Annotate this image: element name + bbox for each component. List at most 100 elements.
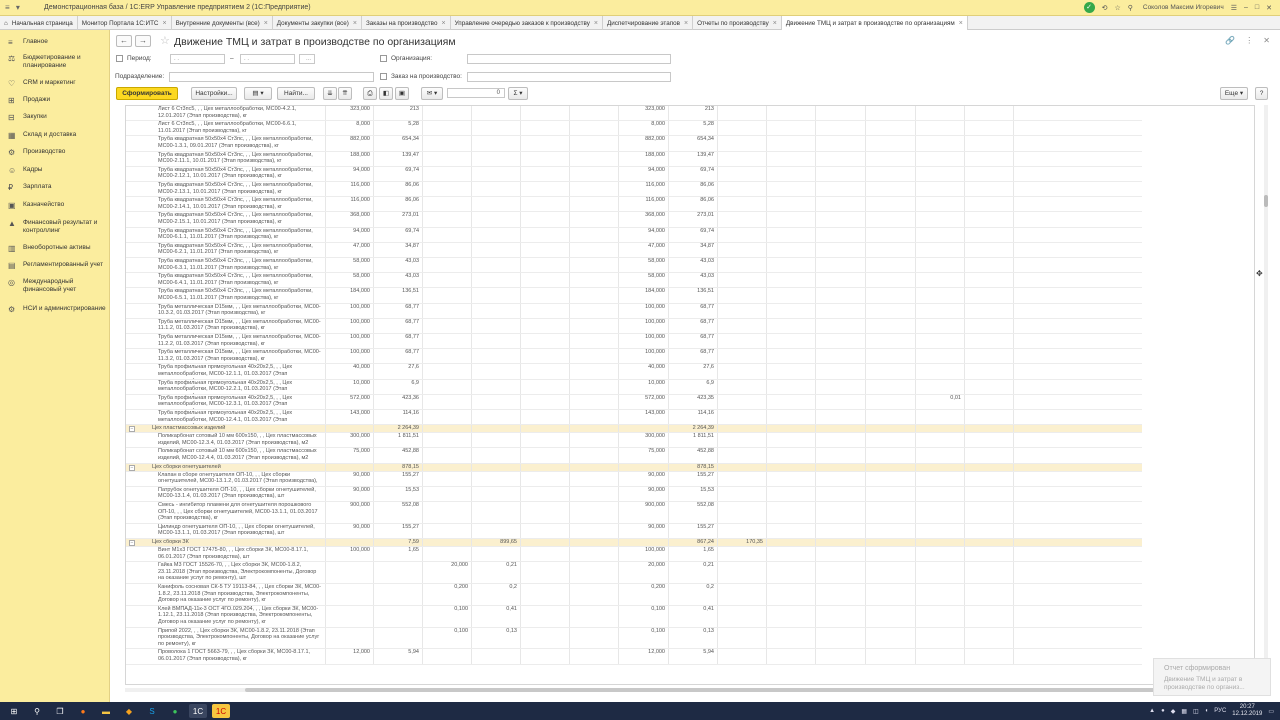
- report-grid[interactable]: Лист 6 Ст3пс5, , , Цех металлообработки,…: [125, 105, 1255, 685]
- taskbar-search-icon[interactable]: ⚲: [28, 704, 46, 718]
- tab-4[interactable]: Заказы на производство ×: [362, 16, 451, 30]
- variant-dropdown-button[interactable]: ▤ ▾: [244, 87, 272, 100]
- back-button[interactable]: ←: [116, 35, 132, 47]
- more-menu-icon[interactable]: ⋮: [1245, 36, 1253, 45]
- forward-button[interactable]: →: [135, 35, 151, 47]
- maximize-icon[interactable]: □: [1255, 4, 1259, 11]
- settings-icon[interactable]: ☰: [1231, 4, 1237, 12]
- send-dropdown-icon[interactable]: ✉ ▾: [421, 87, 443, 100]
- save-icon[interactable]: ▣: [395, 87, 409, 100]
- table-row[interactable]: Патрубок огнетушителя ОП-10, , , Цех сбо…: [126, 486, 1142, 502]
- firefox-icon[interactable]: ●: [74, 704, 92, 718]
- sidebar-item-6[interactable]: ⚙ Производство: [0, 148, 110, 157]
- tab-close-icon[interactable]: ×: [959, 17, 963, 30]
- sidebar-item-5[interactable]: ▦ Склад и доставка: [0, 131, 110, 140]
- sidebar-item-3[interactable]: ⊞ Продажи: [0, 96, 110, 105]
- find-button[interactable]: Найти...: [277, 87, 315, 100]
- sidebar-item-12[interactable]: ▤ Регламентированный учет: [0, 261, 110, 270]
- more-button[interactable]: Еще ▾: [1220, 87, 1248, 100]
- tab-5[interactable]: Управление очередью заказов к производст…: [451, 16, 603, 30]
- sum-mode-icon[interactable]: Σ ▾: [508, 87, 528, 100]
- tray-icon-3[interactable]: ◆: [1171, 708, 1176, 715]
- production-order-checkbox[interactable]: [380, 73, 387, 80]
- table-row[interactable]: Смесь - ингибитор пламени для огнетушите…: [126, 502, 1142, 524]
- app-menu-icon[interactable]: ≡ ▾: [5, 3, 33, 13]
- tab-close-icon[interactable]: ×: [773, 17, 777, 30]
- user-name[interactable]: Соколов Максим Игоревич: [1143, 4, 1224, 11]
- close-window-icon[interactable]: ✕: [1266, 4, 1272, 12]
- settings-button[interactable]: Настройки...: [191, 87, 237, 100]
- collapse-all-icon[interactable]: ⇈: [338, 87, 352, 100]
- tab-close-icon[interactable]: ×: [684, 17, 688, 30]
- help-button[interactable]: ?: [1255, 87, 1268, 100]
- tab-2[interactable]: Внутренние документы (все) ×: [172, 16, 273, 30]
- table-row[interactable]: Труба квадратная 50х50х4 Ст3пс, , , Цех …: [126, 136, 1142, 152]
- tray-icon-1[interactable]: ▲: [1149, 708, 1155, 714]
- app-orange-icon[interactable]: ◆: [120, 704, 138, 718]
- tab-1[interactable]: Монитор Портала 1С:ИТС ×: [78, 16, 172, 30]
- whatsapp-icon[interactable]: ●: [166, 704, 184, 718]
- tab-close-icon[interactable]: ×: [441, 17, 445, 30]
- sidebar-item-11[interactable]: ▥ Внеоборотные активы: [0, 244, 110, 253]
- table-row[interactable]: Труба квадратная 50х50х4 Ст3пс, , , Цех …: [126, 258, 1142, 274]
- table-row[interactable]: Труба профильная прямоугольная 40х20х2,5…: [126, 364, 1142, 380]
- period-start-field[interactable]: . .: [170, 54, 225, 64]
- table-group-row[interactable]: − Цех пластмассовых изделий 2 264,39 2 264,…: [126, 425, 1142, 434]
- table-row[interactable]: Труба металлическая D15мм, , , Цех метал…: [126, 334, 1142, 350]
- sidebar-item-2[interactable]: ♡ CRM и маркетинг: [0, 79, 110, 88]
- favorites-star-icon[interactable]: ☆: [1114, 4, 1120, 12]
- vertical-scrollbar[interactable]: [1264, 105, 1268, 685]
- table-group-row[interactable]: − Цех сборки огнетушителей 878,15 878,15: [126, 463, 1142, 472]
- organization-checkbox[interactable]: [380, 55, 387, 62]
- table-row[interactable]: Гайка М3 ГОСТ 15526-70, , , Цех сборки З…: [126, 562, 1142, 584]
- table-row[interactable]: Труба квадратная 50х50х4 Ст3пс, , , Цех …: [126, 227, 1142, 243]
- department-field[interactable]: [169, 72, 374, 82]
- period-checkbox[interactable]: [116, 55, 123, 62]
- table-row[interactable]: Труба квадратная 50х50х4 Ст3пс, , , Цех …: [126, 288, 1142, 304]
- tab-close-icon[interactable]: ×: [353, 17, 357, 30]
- link-icon[interactable]: 🔗: [1225, 36, 1235, 45]
- tab-8[interactable]: Движение ТМЦ и затрат в производстве по …: [781, 16, 968, 30]
- table-row[interactable]: Цилиндр огнетушителя ОП-10, , , Цех сбор…: [126, 523, 1142, 539]
- notifications-center-icon[interactable]: ▭: [1268, 708, 1274, 715]
- task-view-icon[interactable]: ❐: [51, 704, 69, 718]
- tab-6[interactable]: Диспетчирование этапов ×: [603, 16, 694, 30]
- sidebar-item-8[interactable]: ₽ Зарплата: [0, 183, 110, 192]
- preview-icon[interactable]: ◧: [379, 87, 393, 100]
- generate-button[interactable]: Сформировать: [116, 87, 178, 100]
- skype-icon[interactable]: S: [143, 704, 161, 718]
- table-row[interactable]: Труба квадратная 50х50х4 Ст3пс, , , Цех …: [126, 182, 1142, 198]
- sidebar-item-14[interactable]: ⚙ НСИ и администрирование: [0, 305, 110, 314]
- table-row[interactable]: Лист 6 Ст3пс5, , , Цех металлообработки,…: [126, 106, 1142, 122]
- table-row[interactable]: Труба металлическая D15мм, , , Цех метал…: [126, 303, 1142, 319]
- table-row[interactable]: Труба квадратная 50х50х4 Ст3пс, , , Цех …: [126, 212, 1142, 228]
- tab-close-icon[interactable]: ×: [264, 17, 268, 30]
- notification-bell-icon[interactable]: ✓: [1083, 2, 1095, 13]
- sidebar-item-0[interactable]: ≡ Главное: [0, 38, 110, 47]
- tab-7[interactable]: Отчеты по производству ×: [693, 16, 782, 30]
- table-row[interactable]: Труба профильная прямоугольная 40х20х2,5…: [126, 394, 1142, 410]
- tab-close-icon[interactable]: ×: [594, 17, 598, 30]
- collapse-icon[interactable]: −: [129, 540, 135, 546]
- vertical-scroll-thumb[interactable]: [1264, 195, 1268, 207]
- table-row[interactable]: Клапан в сборе огнетушителя ОП-10, , , Ц…: [126, 471, 1142, 487]
- print-icon[interactable]: ⎙: [363, 87, 377, 100]
- search-icon[interactable]: ⚲: [1128, 4, 1133, 12]
- collapse-icon[interactable]: −: [129, 426, 135, 433]
- table-row[interactable]: Труба профильная прямоугольная 40х20х2,5…: [126, 410, 1142, 426]
- close-form-icon[interactable]: ✕: [1263, 36, 1270, 45]
- sidebar-item-1[interactable]: ⚖ Бюджетирование и планирование: [0, 54, 110, 70]
- table-row[interactable]: Канифоль сосновая СК-5 ТУ 19113-84, , , …: [126, 584, 1142, 606]
- network-icon[interactable]: ◫: [1193, 708, 1199, 715]
- horizontal-scrollbar[interactable]: [125, 688, 1255, 692]
- table-row[interactable]: Труба квадратная 50х50х4 Ст3пс, , , Цех …: [126, 273, 1142, 289]
- tab-close-icon[interactable]: ×: [162, 17, 166, 30]
- volume-icon[interactable]: ◖: [1205, 708, 1209, 714]
- sidebar-item-9[interactable]: ▣ Казначейство: [0, 201, 110, 210]
- clock[interactable]: 20:27 12.12.2019: [1232, 704, 1262, 718]
- table-row[interactable]: Труба металлическая D15мм, , , Цех метал…: [126, 318, 1142, 334]
- table-row[interactable]: Труба квадратная 50х50х4 Ст3пс, , , Цех …: [126, 151, 1142, 167]
- table-row[interactable]: Труба металлическая D15мм, , , Цех метал…: [126, 349, 1142, 365]
- table-row[interactable]: Поликарбонат сотовый 10 мм 600х150, , , …: [126, 433, 1142, 449]
- table-group-row[interactable]: − Цех сборки ЗК 7,59 899,65 867,24 170,35: [126, 539, 1142, 547]
